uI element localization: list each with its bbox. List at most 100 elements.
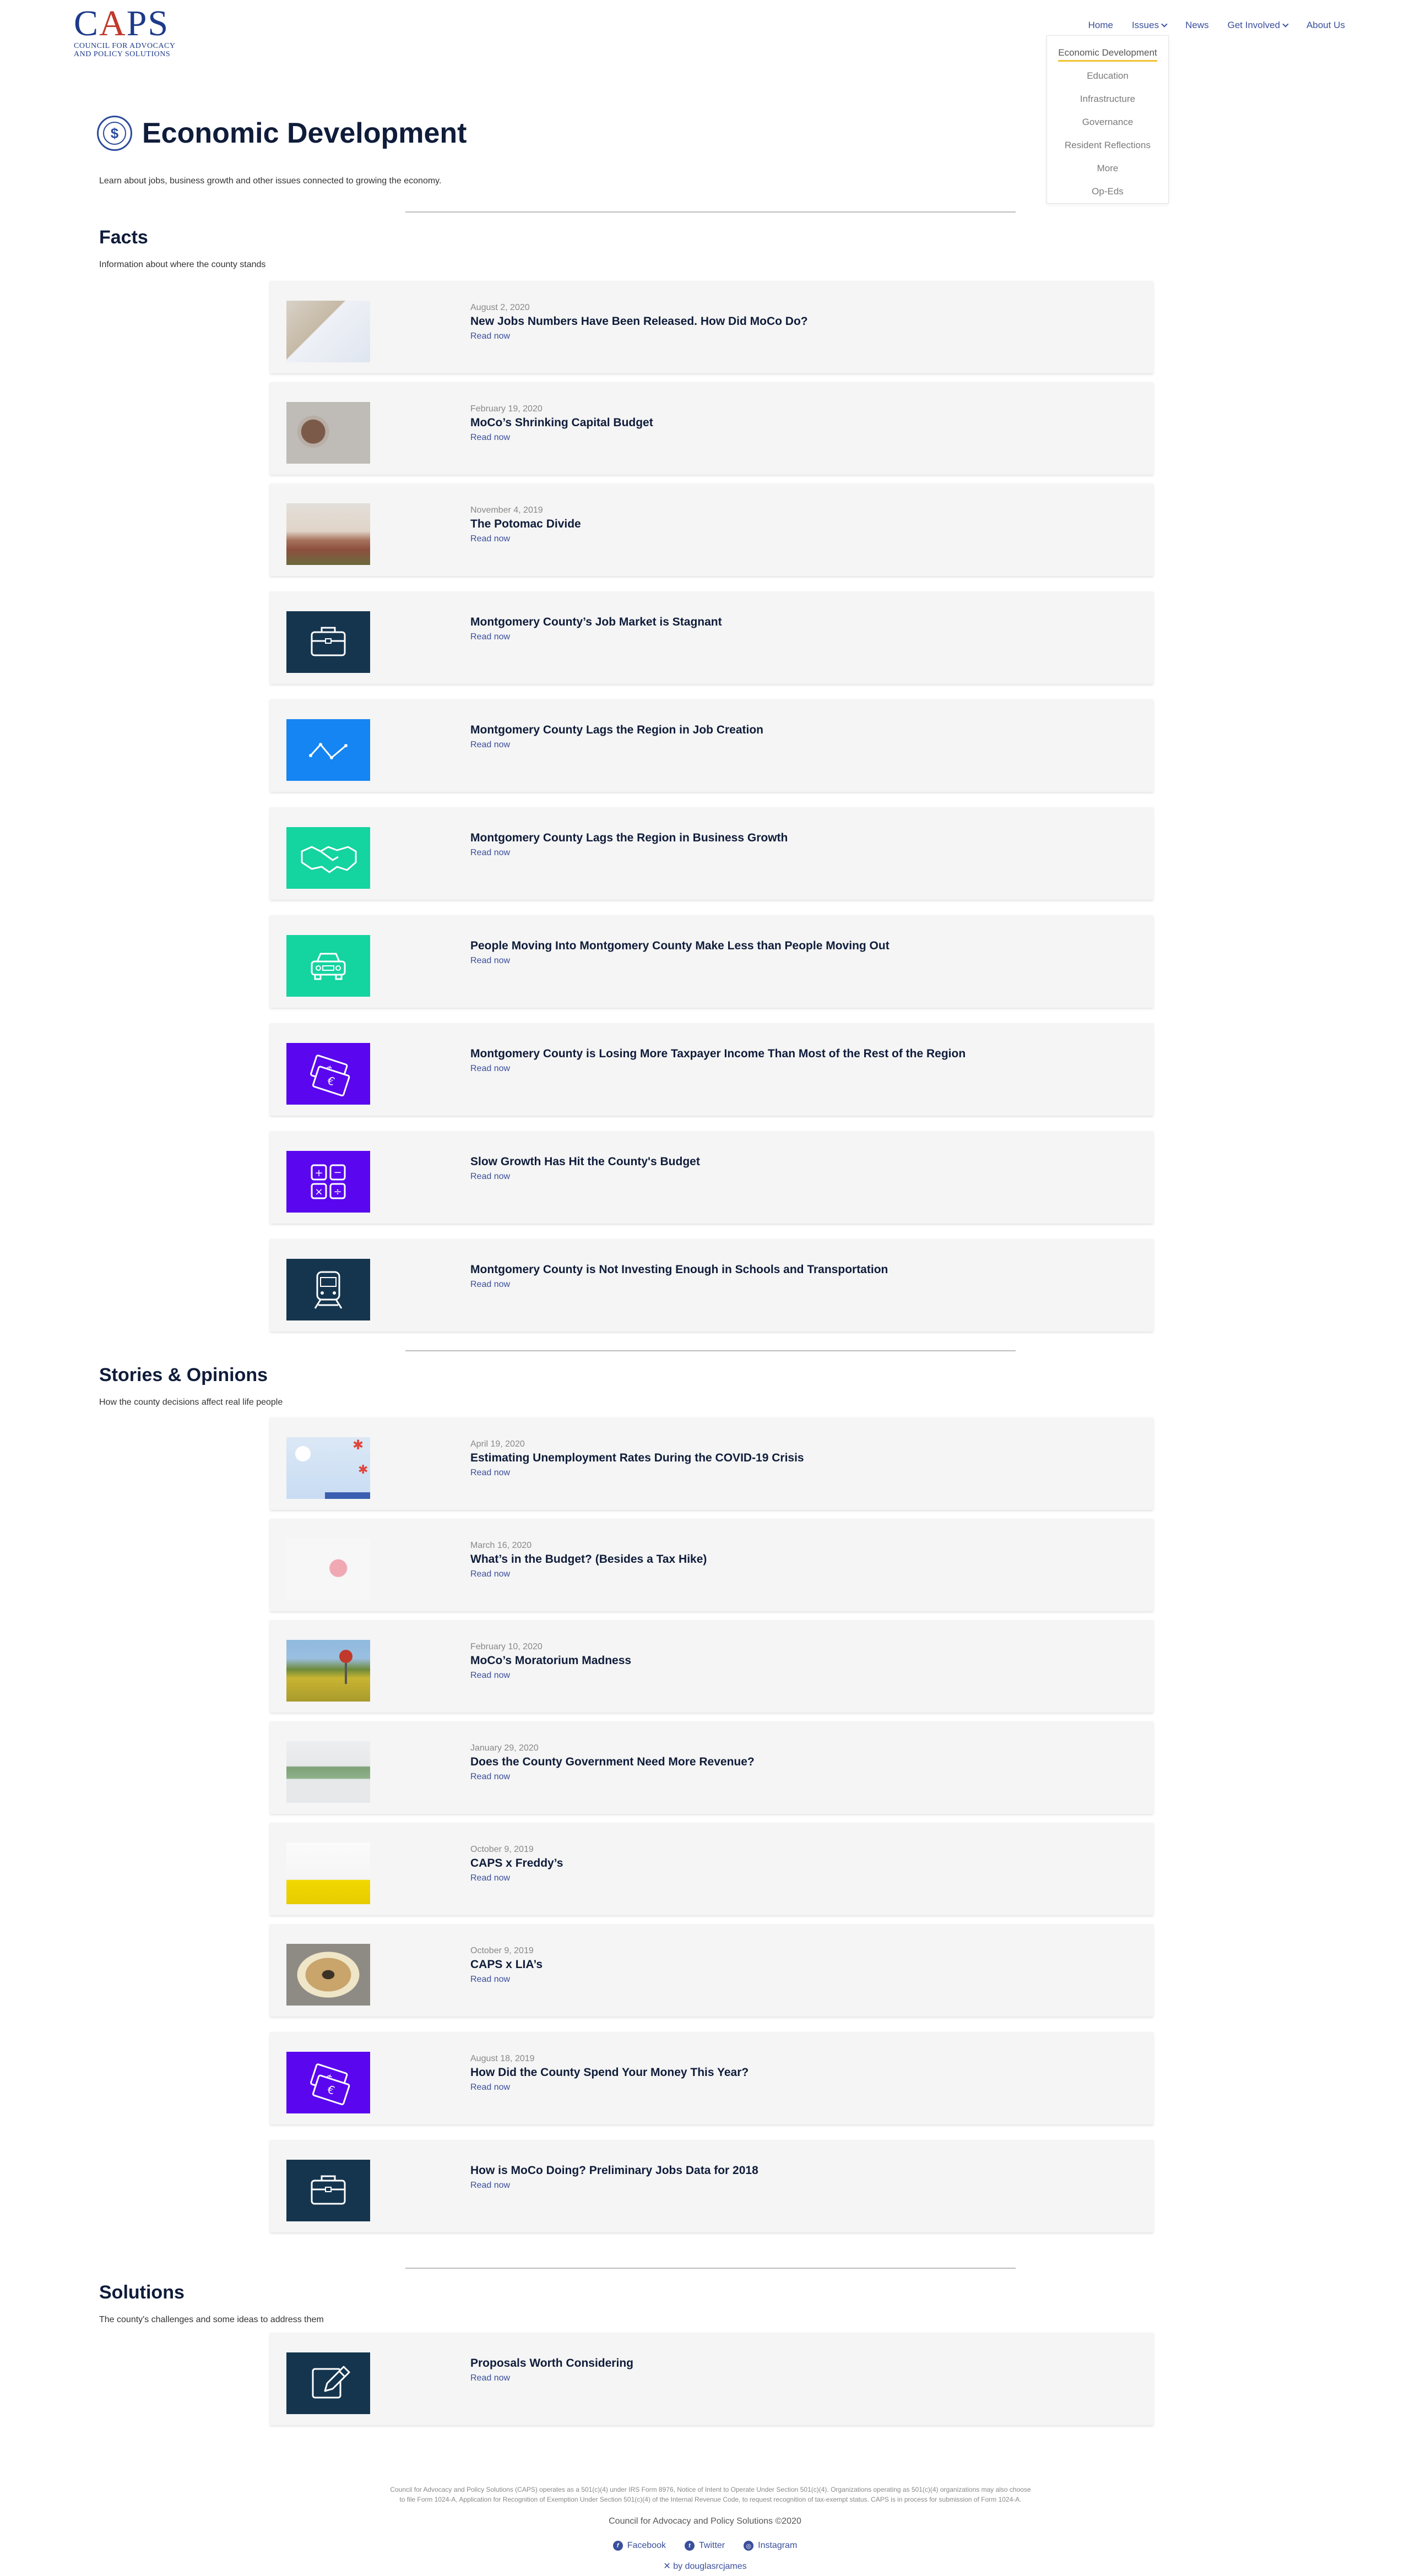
story-card[interactable]: $€ August 18, 2019 How Did the County Spe… — [270, 2032, 1153, 2124]
nav-issues[interactable]: Issues — [1132, 20, 1168, 31]
article-thumbnail — [286, 1741, 370, 1803]
story-card[interactable]: October 9, 2019 CAPS x LIA’s Read now — [270, 1924, 1153, 2017]
nav-get-involved[interactable]: Get Involved — [1227, 20, 1289, 31]
read-now-link[interactable]: Read now — [470, 1172, 700, 1182]
nav-get-involved-label: Get Involved — [1227, 20, 1281, 30]
page-title: Economic Development — [142, 117, 467, 149]
read-now-link[interactable]: Read now — [470, 632, 722, 642]
article-title: Montgomery County is Losing More Taxpaye… — [470, 1047, 966, 1060]
article-thumbnail: ✱ ✱ — [286, 1437, 370, 1499]
twitter-label: Twitter — [699, 2541, 725, 2550]
read-now-link[interactable]: Read now — [470, 1975, 543, 1985]
fact-card[interactable]: Montgomery County Lags the Region in Job… — [270, 699, 1153, 792]
story-card[interactable]: February 10, 2020 MoCo’s Moratorium Madne… — [270, 1620, 1153, 1713]
dropdown-item-economic-development[interactable]: Economic Development — [1047, 41, 1168, 64]
article-date: October 9, 2019 — [470, 1845, 534, 1854]
car-icon — [286, 935, 370, 997]
read-now-link[interactable]: Read now — [470, 1569, 707, 1579]
nav-home[interactable]: Home — [1088, 20, 1113, 31]
fact-card[interactable]: People Moving Into Montgomery County Mak… — [270, 915, 1153, 1008]
logo-subtitle-1: COUNCIL FOR ADVOCACY — [74, 42, 176, 50]
dropdown-item-education[interactable]: Education — [1047, 64, 1168, 88]
fact-card[interactable]: February 19, 2020 MoCo’s Shrinking Capita… — [270, 382, 1153, 475]
article-thumbnail — [286, 1539, 370, 1600]
nav-about[interactable]: About Us — [1306, 20, 1345, 31]
tool-icon: ✕ — [663, 2562, 674, 2571]
fact-card[interactable]: Montgomery County’s Job Market is Stagna… — [270, 591, 1153, 684]
article-date: March 16, 2020 — [470, 1541, 532, 1550]
fact-card[interactable]: + − × ÷ Slow Growth Has Hit the County's Bu… — [270, 1131, 1153, 1224]
twitter-icon: t — [685, 2541, 695, 2551]
briefcase-icon — [286, 2160, 370, 2221]
nav-news[interactable]: News — [1185, 20, 1209, 31]
read-now-link[interactable]: Read now — [470, 2083, 749, 2093]
money-icon: $€ — [286, 1043, 370, 1105]
read-now-link[interactable]: Read now — [470, 433, 653, 443]
read-now-link[interactable]: Read now — [470, 1280, 888, 1290]
read-now-link[interactable]: Read now — [470, 1468, 804, 1478]
article-title: People Moving Into Montgomery County Mak… — [470, 939, 890, 952]
credit-label: by douglasrcjames — [673, 2562, 747, 2571]
article-thumbnail — [286, 503, 370, 565]
read-now-link[interactable]: Read now — [470, 956, 890, 966]
article-date: January 29, 2020 — [470, 1743, 539, 1753]
story-card[interactable]: How is MoCo Doing? Preliminary Jobs Data… — [270, 2140, 1153, 2232]
dropdown-item-resident-reflections[interactable]: Resident Reflections — [1047, 134, 1168, 157]
svg-text:÷: ÷ — [333, 1186, 341, 1198]
dropdown-item-op-eds[interactable]: Op-Eds — [1047, 180, 1168, 203]
dropdown-item-more[interactable]: More — [1047, 157, 1168, 180]
dropdown-item-label: Economic Development — [1058, 47, 1157, 62]
developer-credit[interactable]: ✕ by douglasrcjames — [0, 2561, 1410, 2572]
social-links: f Facebook t Twitter ◎ Instagram — [0, 2541, 1410, 2551]
chevron-down-icon — [1282, 21, 1289, 28]
fact-card[interactable]: August 2, 2020 New Jobs Numbers Have Been… — [270, 281, 1153, 373]
facebook-label: Facebook — [627, 2541, 666, 2550]
read-now-link[interactable]: Read now — [470, 1671, 631, 1681]
article-title: What’s in the Budget? (Besides a Tax Hik… — [470, 1553, 707, 1566]
chevron-down-icon — [1161, 21, 1168, 28]
fact-card[interactable]: $€ Montgomery County is Losing More Taxp… — [270, 1023, 1153, 1116]
fact-card[interactable]: November 4, 2019 The Potomac Divide Read n… — [270, 483, 1153, 576]
article-title: MoCo’s Shrinking Capital Budget — [470, 416, 653, 429]
read-now-link[interactable]: Read now — [470, 331, 808, 341]
article-title: CAPS x LIA’s — [470, 1958, 543, 1971]
dropdown-item-infrastructure[interactable]: Infrastructure — [1047, 88, 1168, 111]
read-now-link[interactable]: Read now — [470, 2181, 758, 2191]
fact-card[interactable]: Montgomery County is Not Investing Enoug… — [270, 1239, 1153, 1332]
dropdown-item-governance[interactable]: Governance — [1047, 111, 1168, 134]
article-thumbnail — [286, 1944, 370, 2006]
instagram-icon: ◎ — [744, 2541, 754, 2551]
story-card[interactable]: March 16, 2020 What’s in the Budget? (Bes… — [270, 1519, 1153, 1611]
story-card[interactable]: ✱ ✱ April 19, 2020 Estimating Unemployment… — [270, 1417, 1153, 1510]
read-now-link[interactable]: Read now — [470, 740, 763, 750]
article-title: New Jobs Numbers Have Been Released. How… — [470, 315, 808, 328]
article-thumbnail — [286, 301, 370, 362]
twitter-link[interactable]: t Twitter — [685, 2541, 725, 2551]
footer-legal-line: to file Form 1024-A, Application for Rec… — [399, 2496, 1022, 2503]
stories-description: How the county decisions affect real lif… — [99, 1398, 283, 1407]
read-now-link[interactable]: Read now — [470, 1064, 966, 1074]
fact-card[interactable]: Montgomery County Lags the Region in Bus… — [270, 807, 1153, 900]
facebook-link[interactable]: f Facebook — [612, 2541, 666, 2551]
solutions-description: The county's challenges and some ideas t… — [99, 2315, 324, 2324]
stories-title: Stories & Opinions — [99, 1365, 268, 1385]
read-now-link[interactable]: Read now — [470, 534, 581, 544]
footer-legal-line: Council for Advocacy and Policy Solution… — [390, 2486, 1031, 2493]
svg-text:−: − — [333, 1167, 341, 1178]
section-divider — [405, 1350, 1016, 1351]
instagram-link[interactable]: ◎ Instagram — [744, 2541, 797, 2551]
read-now-link[interactable]: Read now — [470, 1873, 563, 1883]
caps-logo[interactable]: CAPS COUNCIL FOR ADVOCACY AND POLICY SOL… — [74, 6, 189, 59]
story-card[interactable]: October 9, 2019 CAPS x Freddy’s Read now — [270, 1823, 1153, 1915]
handshake-icon — [286, 827, 370, 889]
svg-text:✱: ✱ — [352, 1437, 364, 1453]
section-divider — [405, 211, 1016, 213]
logo-subtitle-2: AND POLICY SOLUTIONS — [74, 50, 171, 58]
read-now-link[interactable]: Read now — [470, 848, 788, 858]
svg-text:✱: ✱ — [358, 1463, 368, 1477]
article-title: The Potomac Divide — [470, 518, 581, 530]
solution-card[interactable]: Proposals Worth Considering Read now — [270, 2333, 1153, 2425]
read-now-link[interactable]: Read now — [470, 2373, 633, 2383]
story-card[interactable]: January 29, 2020 Does the County Governme… — [270, 1721, 1153, 1814]
read-now-link[interactable]: Read now — [470, 1772, 755, 1782]
